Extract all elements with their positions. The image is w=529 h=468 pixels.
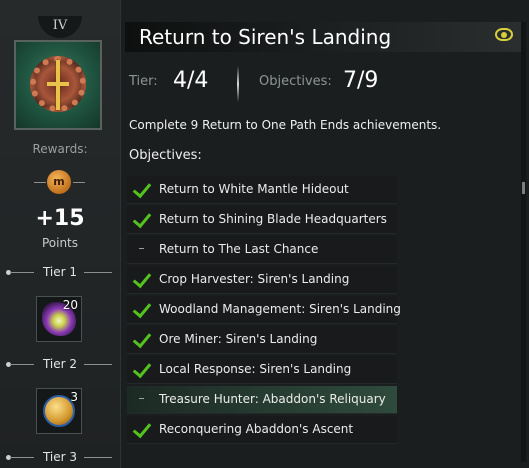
divider [34,182,46,183]
divider [73,182,85,183]
objective-row[interactable]: Woodland Management: Siren's Landing [127,296,401,324]
achievement-sidebar: IV Rewards: m +15 Points Tier 1 20 Tier … [0,0,121,468]
rewards-label: Rewards: [32,142,88,156]
objective-label: Woodland Management: Siren's Landing [159,302,401,316]
incomplete-dash-icon [139,248,144,249]
scrollbar-thumb[interactable] [522,182,525,194]
objective-label: Ore Miner: Siren's Landing [159,332,318,346]
eye-icon[interactable] [495,28,513,41]
item-count: 20 [62,298,78,312]
tier-roman-numeral: IV [38,16,82,38]
item-count: 3 [70,390,78,404]
tier-2-reward-item[interactable]: 3 [36,388,82,434]
objective-label: Return to Shining Blade Headquarters [159,212,387,226]
objectives-list: Return to White Mantle Hideout Return to… [127,176,401,446]
objectives-label: Objectives: [259,74,332,89]
objective-row-hovered[interactable]: Treasure Hunter: Abaddon's Reliquary [127,386,397,414]
scrollbar-track[interactable] [521,22,526,462]
objective-row[interactable]: Ore Miner: Siren's Landing [127,326,397,354]
objectives-heading: Objectives: [129,148,202,163]
objectives-value: 7/9 [343,68,379,93]
objective-row[interactable]: Return to The Last Chance [127,236,397,264]
objective-label: Crop Harvester: Siren's Landing [159,272,350,286]
tier-1-reward-item[interactable]: 20 [36,296,82,342]
objective-label: Treasure Hunter: Abaddon's Reliquary [159,392,386,406]
tier-label: Tier: [129,74,158,89]
objective-row[interactable]: Local Response: Siren's Landing [127,356,397,384]
objective-label: Reconquering Abaddon's Ascent [159,422,354,436]
achievement-badge-icon [14,40,102,130]
achievement-title: Return to Siren's Landing [139,25,392,49]
divider [84,457,112,458]
divider [237,66,239,102]
divider [84,272,112,273]
objective-row[interactable]: Return to Shining Blade Headquarters [127,206,397,234]
checkmark-icon [132,208,152,229]
mastery-point-icon: m [47,170,71,194]
objective-row[interactable]: Crop Harvester: Siren's Landing [127,266,397,294]
checkmark-icon [132,328,152,349]
objective-label: Local Response: Siren's Landing [159,362,352,376]
points-label: Points [41,236,79,250]
divider [84,364,112,365]
tier-value: 4/4 [173,68,209,93]
achievement-details-panel: Return to Siren's Landing Tier: 4/4 Obje… [121,0,529,468]
checkmark-icon [132,298,152,319]
objective-row[interactable]: Reconquering Abaddon's Ascent [127,416,397,444]
achievement-description: Complete 9 Return to One Path Ends achie… [129,118,442,132]
checkmark-icon [132,178,152,199]
objective-row[interactable]: Return to White Mantle Hideout [127,176,397,204]
title-bar: Return to Siren's Landing [125,22,521,52]
checkmark-icon [132,358,152,379]
checkmark-icon [132,418,152,439]
points-value: +15 [35,206,85,231]
incomplete-dash-icon [139,398,144,399]
objective-label: Return to The Last Chance [159,242,319,256]
checkmark-icon [132,268,152,289]
objective-label: Return to White Mantle Hideout [159,182,349,196]
